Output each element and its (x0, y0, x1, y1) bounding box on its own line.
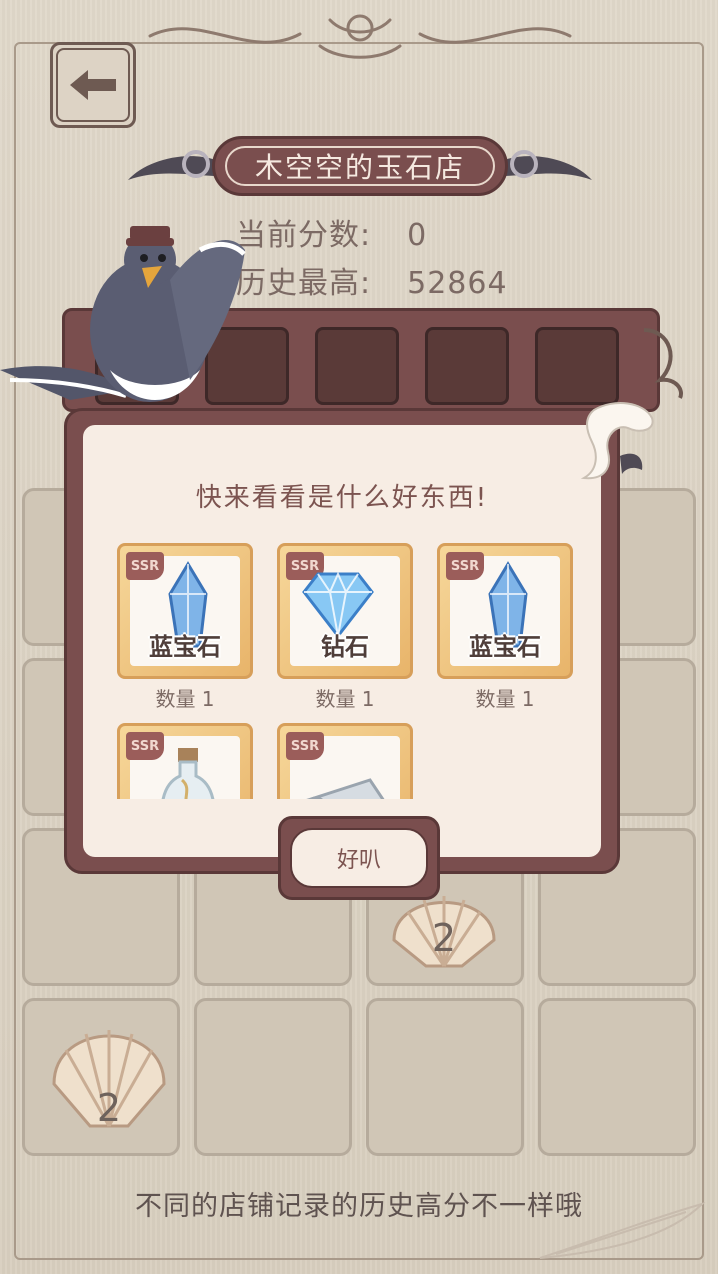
best-score-value: 52864 (407, 266, 508, 301)
gem-slot (425, 327, 509, 405)
shell-tile[interactable]: 2 (48, 1014, 170, 1134)
reward-count: 数量 1 (475, 687, 535, 711)
reward-card: SSR (277, 723, 413, 799)
current-score-value: 0 (407, 218, 428, 253)
gem-slot (315, 327, 399, 405)
reward-card: SSR 蓝宝石 (117, 543, 253, 679)
shell-value: 2 (96, 1086, 122, 1130)
ok-button-label: 好叭 (336, 848, 381, 873)
left-wing-ornament (128, 150, 216, 180)
rarity-badge: SSR (286, 732, 324, 760)
reward-name: 蓝宝石 (469, 633, 541, 661)
arrow-left-icon (70, 70, 116, 100)
board-cell[interactable] (194, 998, 352, 1156)
board-cell[interactable] (366, 998, 524, 1156)
reward-name: 钻石 (321, 633, 369, 661)
best-score-row: 历史最高: 52864 (236, 258, 508, 302)
reward-name: 蓝宝石 (149, 633, 221, 661)
shell-value: 2 (431, 916, 457, 960)
reward-count: 数量 1 (315, 687, 375, 711)
reward-card: SSR 蓝宝石 (437, 543, 573, 679)
reward-card: SSR (117, 723, 253, 799)
reward-item-list[interactable]: SSR 蓝宝石 数量 1 SSR 钻石 数量 1 SSR 蓝宝石 数量 1 SS… (107, 531, 587, 799)
reward-item[interactable]: SSR (117, 723, 257, 799)
cloth-roll-icon (306, 778, 385, 799)
ok-button-face: 好叭 (290, 828, 428, 888)
ok-button[interactable]: 好叭 (278, 816, 440, 900)
dialog-corner-swirl (580, 402, 654, 480)
bar-end-ornament (643, 328, 683, 399)
back-button-frame (56, 48, 130, 122)
shop-title: 木空空的玉石店 (254, 151, 465, 184)
right-wing-ornament (504, 150, 592, 180)
reward-dialog: 快来看看是什么好东西! SSR 蓝宝石 数量 1 SSR 钻石 数量 1 SSR… (64, 408, 620, 874)
reward-card: SSR 钻石 (277, 543, 413, 679)
reward-item[interactable]: SSR 蓝宝石 数量 1 (437, 543, 577, 712)
magpie-mascot (0, 226, 246, 402)
current-score-row: 当前分数: 0 (236, 210, 427, 254)
reward-item[interactable]: SSR 蓝宝石 数量 1 (117, 543, 257, 712)
bottle-icon (161, 748, 215, 799)
feather-decoration (539, 1201, 706, 1259)
reward-item[interactable]: SSR (277, 723, 417, 799)
top-ornament (148, 14, 572, 59)
board-cell[interactable] (538, 998, 696, 1156)
back-button[interactable] (50, 42, 136, 128)
reward-dialog-title: 快来看看是什么好东西! (195, 483, 489, 513)
shop-title-plate: 木空空的玉石店 (212, 136, 508, 196)
reward-item[interactable]: SSR 钻石 数量 1 (277, 543, 417, 712)
reward-count: 数量 1 (155, 687, 215, 711)
